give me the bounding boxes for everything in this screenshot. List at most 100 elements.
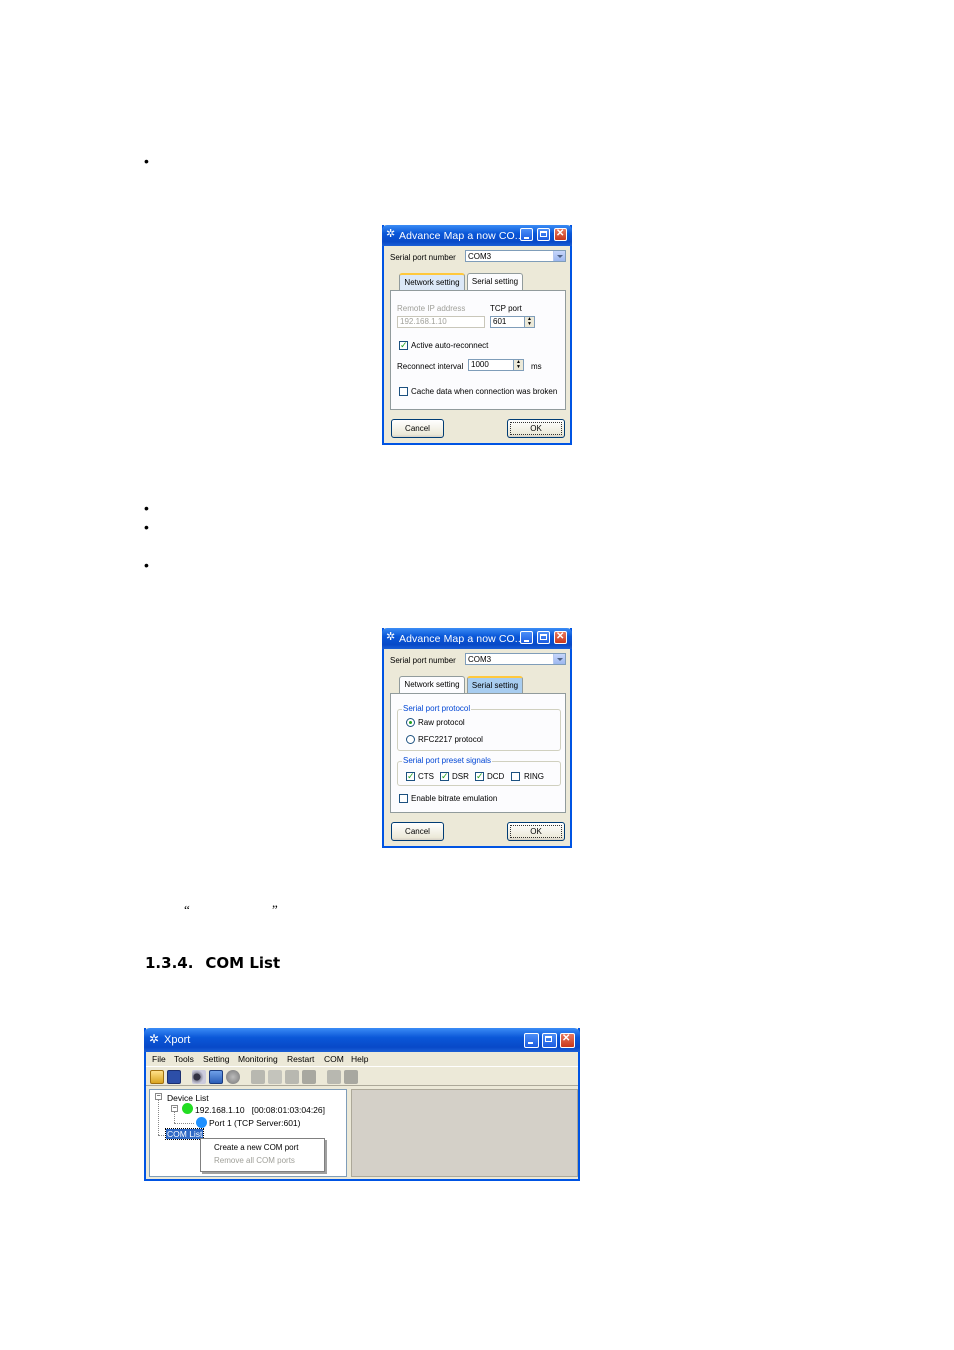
remote-ip-label: Remote IP address (397, 304, 466, 313)
dsr-checkbox[interactable]: ✓ (440, 772, 449, 781)
dcd-label: DCD (487, 772, 505, 781)
cts-checkbox[interactable]: ✓ (406, 772, 415, 781)
serial-port-label: Serial port number (390, 656, 456, 665)
serial-port-select[interactable]: COM3 (465, 250, 566, 262)
cts-label: CTS (418, 772, 434, 781)
tree-line (158, 1099, 159, 1135)
monitor-icon[interactable] (209, 1070, 223, 1084)
reconnect-interval-input[interactable]: 1000 ▲ ▼ (468, 359, 524, 371)
spin-arrows-icon[interactable]: ▲ ▼ (524, 317, 534, 327)
tree-item-port[interactable]: Port 1 (TCP Server:601) (209, 1118, 301, 1128)
tree-line (158, 1135, 166, 1136)
minimize-button[interactable] (520, 228, 533, 241)
bullet: • (144, 557, 149, 573)
tree-item-com-list[interactable]: COM List (164, 1128, 205, 1140)
cache-data-checkbox[interactable] (399, 387, 408, 396)
bullet: • (144, 153, 149, 169)
app-gear-icon: ✲ (149, 1032, 160, 1046)
bitrate-emulation-checkbox[interactable] (399, 794, 408, 803)
xport-title: Xport (164, 1034, 191, 1046)
serial-port-value: COM3 (468, 655, 492, 664)
tree-item-device-list[interactable]: Device List (167, 1093, 209, 1103)
menu-com[interactable]: COM (324, 1054, 344, 1064)
maximize-button[interactable] (537, 228, 550, 241)
tab-network-setting[interactable]: Network setting (399, 273, 465, 290)
open-folder-icon[interactable] (150, 1070, 164, 1084)
tab-network-setting[interactable]: Network setting (399, 676, 465, 693)
close-button[interactable] (560, 1033, 575, 1048)
com-list-context-menu: Create a new COM port Remove all COM por… (200, 1138, 325, 1172)
auto-reconnect-checkbox[interactable]: ✓ (399, 341, 408, 350)
section-number: 1.3.4. (145, 954, 194, 972)
serial-setting-panel: Serial port protocol Raw protocol RFC221… (390, 693, 566, 813)
section-heading: 1.3.4. COM List (145, 954, 292, 972)
cache-data-label: Cache data when connection was broken (411, 387, 558, 396)
preset-signals-label: Serial port preset signals (402, 756, 493, 765)
menu-file[interactable]: File (152, 1054, 166, 1064)
ring-checkbox[interactable] (511, 772, 520, 781)
cancel-button[interactable]: Cancel (391, 419, 444, 438)
document-icon[interactable] (344, 1070, 358, 1084)
dialog-titlebar[interactable]: ✲ Advance Map a now CO... (382, 225, 572, 246)
tree-line (174, 1112, 175, 1123)
collapse-device-list-icon[interactable]: − (155, 1093, 162, 1100)
dialog-body: Serial port number COM3 Network setting … (384, 246, 570, 443)
menu-help[interactable]: Help (351, 1054, 368, 1064)
connect-icon[interactable] (251, 1070, 265, 1084)
reconnect-interval-label: Reconnect interval (397, 362, 464, 371)
minimize-button[interactable] (520, 631, 533, 644)
menu-item-remove-all-com-ports[interactable]: Remove all COM ports (214, 1156, 295, 1165)
preset-signals-group: Serial port preset signals ✓ CTS ✓ DSR ✓… (397, 756, 561, 786)
cancel-button[interactable]: Cancel (391, 822, 444, 841)
dsr-label: DSR (452, 772, 469, 781)
minimize-button[interactable] (524, 1033, 539, 1048)
dialog-body: Serial port number COM3 Network setting … (384, 649, 570, 846)
globe-icon[interactable] (226, 1070, 240, 1084)
chevron-down-icon[interactable] (553, 251, 565, 261)
menu-item-create-com-port[interactable]: Create a new COM port (214, 1143, 298, 1152)
device-mac: [00:08:01:03:04:26] (251, 1105, 325, 1115)
device-icon[interactable] (302, 1070, 316, 1084)
menu-monitoring[interactable]: Monitoring (238, 1054, 278, 1064)
ok-button[interactable]: OK (507, 822, 565, 841)
ok-button[interactable]: OK (507, 419, 565, 438)
rfc2217-protocol-radio[interactable] (406, 735, 415, 744)
maximize-button[interactable] (542, 1033, 557, 1048)
serial-port-select[interactable]: COM3 (465, 653, 566, 665)
section-title: COM List (205, 954, 281, 972)
remote-ip-input[interactable]: 192.168.1.10 (397, 316, 485, 328)
menu-setting[interactable]: Setting (203, 1054, 229, 1064)
close-quote: ” (272, 902, 278, 917)
spin-arrows-icon[interactable]: ▲ ▼ (513, 360, 523, 370)
close-button[interactable] (554, 631, 567, 644)
close-button[interactable] (554, 228, 567, 241)
maximize-button[interactable] (537, 631, 550, 644)
port-status-icon (196, 1117, 207, 1128)
dialog-titlebar[interactable]: ✲ Advance Map a now CO... (382, 628, 572, 649)
menu-tools[interactable]: Tools (174, 1054, 194, 1064)
raw-protocol-radio[interactable] (406, 718, 415, 727)
menu-restart[interactable]: Restart (287, 1054, 314, 1064)
upload-icon[interactable] (285, 1070, 299, 1084)
tab-serial-setting[interactable]: Serial setting (467, 676, 523, 693)
dcd-checkbox[interactable]: ✓ (475, 772, 484, 781)
toolbar (146, 1066, 578, 1086)
dialog-title: Advance Map a now CO... (399, 633, 524, 645)
search-binoculars-icon[interactable] (192, 1070, 206, 1084)
tcp-port-input[interactable]: 601 ▲ ▼ (490, 316, 535, 328)
chevron-down-icon[interactable] (553, 654, 565, 664)
reconnect-unit: ms (531, 362, 542, 371)
app-gear-icon: ✲ (386, 631, 396, 643)
collapse-device-icon[interactable]: − (171, 1105, 178, 1112)
xport-titlebar[interactable]: ✲ Xport (144, 1028, 580, 1052)
save-icon[interactable] (167, 1070, 181, 1084)
auto-reconnect-label: Active auto-reconnect (411, 341, 489, 350)
tab-serial-setting[interactable]: Serial setting (467, 273, 523, 290)
open-quote: “ (184, 902, 190, 917)
tree-line (174, 1123, 194, 1124)
settings-icon[interactable] (268, 1070, 282, 1084)
tree-item-device[interactable]: 192.168.1.10 [00:08:01:03:04:26] (195, 1105, 325, 1115)
menu-bar: File Tools Setting Monitoring Restart CO… (146, 1052, 578, 1066)
protocol-group-label: Serial port protocol (402, 704, 472, 713)
link-icon[interactable] (327, 1070, 341, 1084)
